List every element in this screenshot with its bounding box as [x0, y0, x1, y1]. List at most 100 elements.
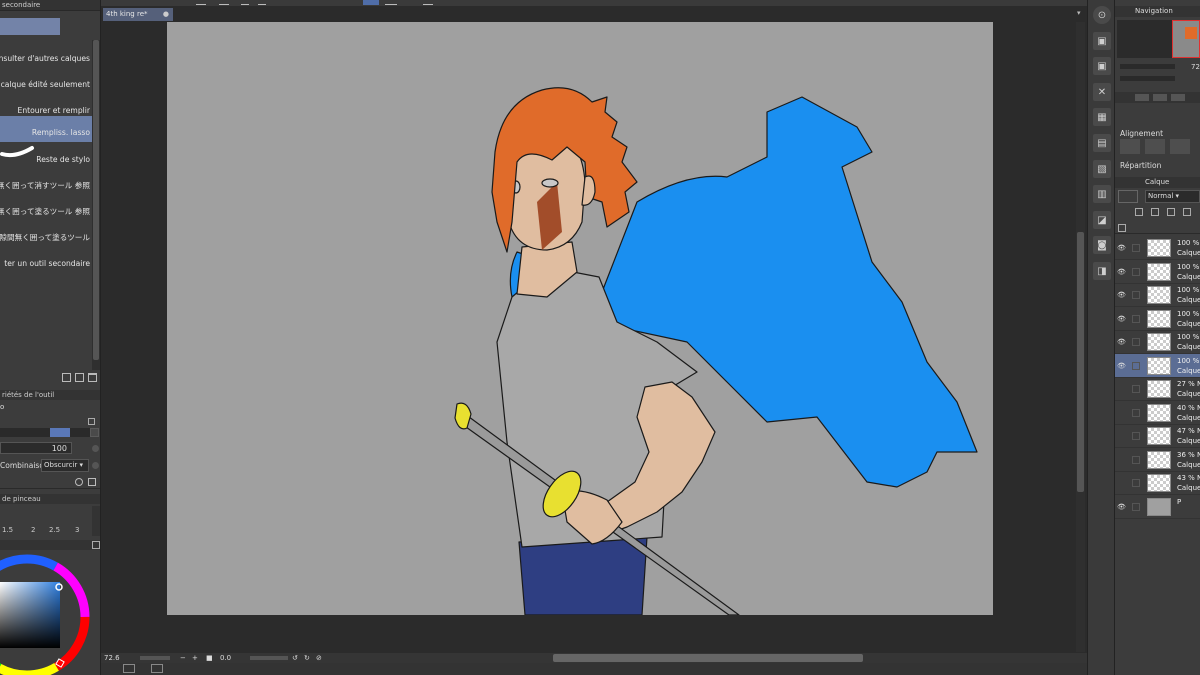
- sub-view-tabs[interactable]: [1115, 92, 1200, 103]
- combine-mode-select[interactable]: Obscurcir ▾: [41, 459, 89, 472]
- tab-icon[interactable]: [1171, 94, 1185, 101]
- subtool-scrollbar[interactable]: [92, 40, 100, 370]
- layer-color-select[interactable]: [1118, 190, 1138, 203]
- blend-mode-select[interactable]: Normal ▾: [1145, 190, 1200, 203]
- eye-icon[interactable]: [1117, 431, 1127, 441]
- clipping-icon[interactable]: [1151, 208, 1159, 216]
- align-right-icon[interactable]: [1170, 139, 1190, 154]
- brush-size-scrollbar[interactable]: [92, 506, 100, 536]
- layer-row[interactable]: 👁 100 % Calque: [1115, 330, 1200, 354]
- layer-row[interactable]: 27 % N Calque: [1115, 377, 1200, 401]
- layer-row[interactable]: 43 % N Calque: [1115, 471, 1200, 495]
- rotate-right-icon[interactable]: ↻: [304, 654, 310, 663]
- layer-row[interactable]: 👁 100 % Calque: [1115, 236, 1200, 260]
- navigator-rotation-slider[interactable]: [1120, 76, 1175, 81]
- layer-row[interactable]: 👁 P: [1115, 495, 1200, 519]
- rotate-reset-icon[interactable]: ⊘: [316, 654, 322, 663]
- layer-lock-icon[interactable]: [1132, 244, 1140, 252]
- subtool-item[interactable]: r le calque édité seulement: [0, 72, 92, 97]
- layer-row[interactable]: 47 % N Calque: [1115, 424, 1200, 448]
- fill-icon[interactable]: [258, 0, 266, 5]
- rotation-slider[interactable]: [250, 656, 288, 660]
- eye-icon[interactable]: [1117, 455, 1127, 465]
- canvas-horizontal-scrollbar[interactable]: [101, 653, 1087, 663]
- eye-icon[interactable]: 👁: [1117, 267, 1127, 277]
- canvas-vertical-scrollbar[interactable]: [1076, 22, 1085, 652]
- wrench-icon[interactable]: [88, 478, 96, 486]
- subtool-item[interactable]: 隙間無く囲って塗るツール: [0, 225, 92, 250]
- layer-row[interactable]: 36 % N Calque: [1115, 448, 1200, 472]
- layer-lock-icon[interactable]: [1132, 479, 1140, 487]
- grid-icon[interactable]: ▦: [1093, 108, 1111, 126]
- trash-icon[interactable]: [88, 373, 97, 382]
- layer-opacity-bar[interactable]: [1115, 222, 1200, 234]
- settings-icon[interactable]: [75, 478, 83, 486]
- edit-icon[interactable]: ◪: [1093, 211, 1111, 229]
- layer-lock-icon[interactable]: [1132, 385, 1140, 393]
- panel-icon[interactable]: ▧: [1093, 160, 1111, 178]
- layer-lock-icon[interactable]: [1132, 291, 1140, 299]
- image-icon[interactable]: ▣: [1093, 57, 1111, 75]
- brush-size-option[interactable]: 2.5: [49, 526, 60, 534]
- zoom-slider[interactable]: [140, 656, 170, 660]
- rotate-left-icon[interactable]: ↺: [292, 654, 298, 663]
- tab-icon[interactable]: [1135, 94, 1149, 101]
- view-icon[interactable]: [123, 664, 135, 673]
- brush-size-option[interactable]: 1.5: [2, 526, 13, 534]
- layer-lock-icon[interactable]: [1132, 361, 1140, 370]
- opacity-field[interactable]: 100: [0, 442, 72, 454]
- navigator-zoom-slider[interactable]: [1120, 64, 1175, 69]
- snap-ruler-icon[interactable]: [363, 0, 379, 5]
- subtool-item[interactable]: ter un outil secondaire: [0, 251, 92, 276]
- brush-size-option[interactable]: 3: [75, 526, 79, 534]
- eye-icon[interactable]: 👁: [1117, 290, 1127, 300]
- reference-icon[interactable]: [1167, 208, 1175, 216]
- subtool-item-selected[interactable]: Rempliss. lasso: [0, 116, 92, 142]
- layer-lock-icon[interactable]: [1132, 314, 1140, 323]
- scroll-thumb[interactable]: [93, 40, 99, 360]
- rotation-field[interactable]: 0.0: [220, 654, 245, 663]
- document-tab[interactable]: 4th king re* ●: [103, 8, 173, 21]
- subtool-item[interactable]: Consulter d'autres calques: [0, 46, 92, 71]
- brush-size-option[interactable]: 2: [31, 526, 35, 534]
- chevron-down-icon[interactable]: [90, 428, 99, 437]
- layer-settings-icon[interactable]: [1118, 224, 1126, 232]
- layer-row[interactable]: 👁 100 % Calque: [1115, 307, 1200, 331]
- close-icon[interactable]: ✕: [1093, 83, 1111, 101]
- zoom-field[interactable]: 72.6: [104, 654, 134, 663]
- eye-icon[interactable]: 👁: [1117, 361, 1127, 371]
- eye-icon[interactable]: 👁: [1117, 243, 1127, 253]
- layer-row[interactable]: 40 % N Calque: [1115, 401, 1200, 425]
- align-left-icon[interactable]: [1120, 139, 1140, 154]
- layer-lock-icon[interactable]: [1132, 338, 1140, 346]
- artboard[interactable]: [167, 22, 993, 615]
- eye-icon[interactable]: [1117, 478, 1127, 488]
- layer-lock-icon[interactable]: [1132, 455, 1140, 464]
- window-icon[interactable]: ◨: [1093, 262, 1111, 280]
- chevron-down-icon[interactable]: ▾: [1077, 9, 1081, 17]
- eye-icon[interactable]: 👁: [1117, 314, 1127, 324]
- layer-row[interactable]: 👁 100 % Calque: [1115, 353, 1200, 378]
- eye-icon[interactable]: 👁: [1117, 337, 1127, 347]
- search-icon[interactable]: ⊙: [1093, 6, 1111, 24]
- align-center-icon[interactable]: [1145, 139, 1165, 154]
- zoom-in-icon[interactable]: +: [192, 654, 198, 663]
- zoom-out-icon[interactable]: −: [180, 654, 186, 663]
- scroll-thumb[interactable]: [553, 654, 863, 662]
- subtool-item[interactable]: 無く囲って消すツール 参照: [0, 173, 92, 198]
- eye-icon[interactable]: 👁: [1117, 502, 1127, 512]
- tab-icon[interactable]: [1153, 94, 1167, 101]
- lock-icon[interactable]: [423, 0, 433, 5]
- subtool-item[interactable]: Reste de stylo: [0, 147, 92, 172]
- color-wheel[interactable]: [0, 552, 92, 675]
- film-icon[interactable]: ▤: [1093, 134, 1111, 152]
- layer-row[interactable]: 👁 100 % Calque: [1115, 260, 1200, 284]
- eye-icon[interactable]: [1117, 408, 1127, 418]
- view-icon[interactable]: [151, 664, 163, 673]
- mask-icon[interactable]: [1183, 208, 1191, 216]
- navigator-preview[interactable]: [1117, 20, 1200, 58]
- lock-icon[interactable]: [1135, 208, 1143, 216]
- undo-icon[interactable]: [196, 0, 206, 5]
- folder-icon[interactable]: ▥: [1093, 185, 1111, 203]
- subtool-item[interactable]: 無く囲って塗るツール 参照: [0, 199, 92, 224]
